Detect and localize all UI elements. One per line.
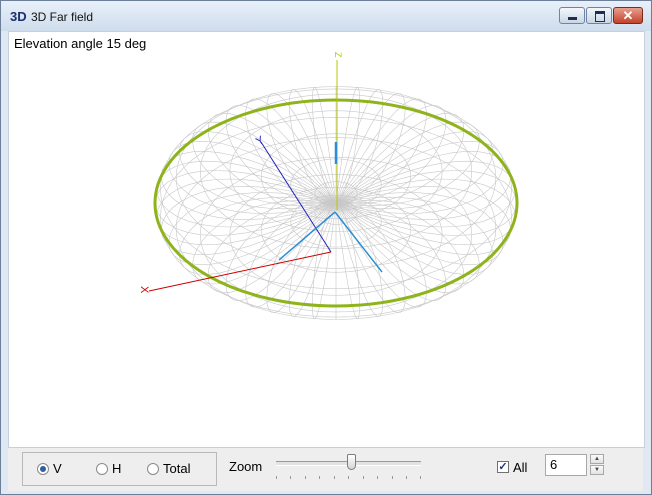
radio-h-label: H bbox=[112, 461, 122, 476]
zoom-label: Zoom bbox=[229, 459, 263, 474]
maximize-icon bbox=[595, 11, 605, 22]
zoom-slider-ticks bbox=[276, 476, 421, 480]
window-title: 3D Far field bbox=[31, 10, 94, 24]
minimize-button[interactable] bbox=[559, 7, 585, 24]
maximize-button[interactable] bbox=[586, 7, 612, 24]
zoom-slider[interactable] bbox=[276, 454, 421, 484]
radio-total[interactable]: Total bbox=[147, 461, 190, 476]
checkmark-icon: ✓ bbox=[498, 461, 508, 473]
far-field-window: 3D 3D Far field ✕ Z Y X Elevation angle … bbox=[0, 0, 652, 495]
radio-total-indicator[interactable] bbox=[147, 462, 159, 475]
radio-v-label: V bbox=[53, 461, 62, 476]
title-bar[interactable]: 3D 3D Far field ✕ bbox=[1, 1, 651, 31]
polarization-group: V H Total bbox=[22, 452, 217, 486]
radio-total-label: Total bbox=[163, 461, 191, 476]
radio-h[interactable]: H bbox=[96, 461, 121, 476]
close-icon: ✕ bbox=[622, 8, 634, 23]
mesh-line bbox=[335, 160, 516, 228]
z-axis-label: Z bbox=[333, 52, 343, 58]
arrow-up-icon: ▲ bbox=[594, 456, 600, 462]
radio-h-indicator[interactable] bbox=[96, 462, 108, 475]
all-checkbox[interactable]: ✓ bbox=[497, 461, 509, 473]
plot-area[interactable]: Z Y X Elevation angle 15 deg bbox=[8, 31, 645, 448]
zoom-slider-thumb[interactable] bbox=[347, 454, 356, 470]
arrow-down-icon: ▼ bbox=[594, 467, 600, 473]
radiation-pattern-mesh bbox=[154, 86, 518, 320]
elevation-label: Elevation angle 15 deg bbox=[14, 36, 147, 51]
arrow-right bbox=[334, 211, 383, 273]
count-input[interactable]: 6 bbox=[545, 454, 587, 476]
radio-v-indicator[interactable] bbox=[37, 462, 49, 475]
x-axis-line bbox=[148, 251, 332, 292]
minimize-icon bbox=[568, 17, 577, 20]
y-axis-label: Y bbox=[254, 134, 267, 148]
all-label: All bbox=[513, 460, 528, 475]
spin-down-button[interactable]: ▼ bbox=[590, 465, 604, 475]
x-axis-label: X bbox=[138, 286, 150, 294]
far-field-3d-plot[interactable]: Z Y X bbox=[9, 32, 644, 447]
control-bar: V H Total Zoom ✓ All 6 ▲ ▼ bbox=[8, 448, 643, 491]
mesh-line bbox=[335, 178, 516, 246]
radio-v[interactable]: V bbox=[37, 461, 62, 476]
spin-up-button[interactable]: ▲ bbox=[590, 454, 604, 464]
close-button[interactable]: ✕ bbox=[613, 7, 643, 24]
app-3d-icon: 3D bbox=[10, 9, 27, 24]
